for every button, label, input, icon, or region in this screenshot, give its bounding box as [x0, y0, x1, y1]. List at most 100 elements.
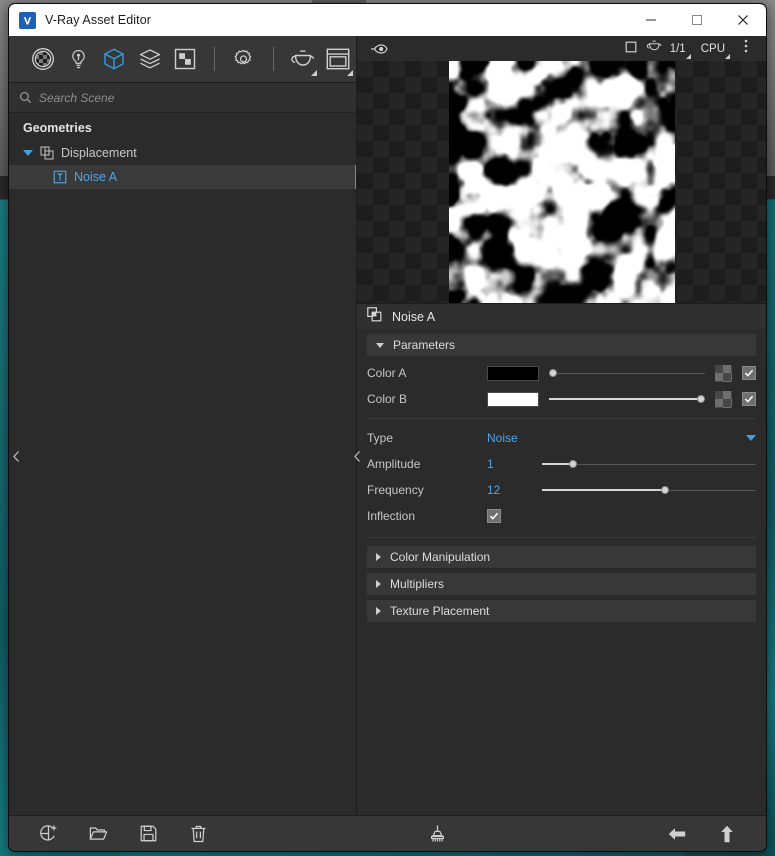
- quality-dropdown-arrow-icon[interactable]: [685, 53, 691, 59]
- scene-tree[interactable]: Geometries Displacement Noise A: [9, 113, 356, 815]
- back-button[interactable]: [652, 817, 702, 851]
- settings-button[interactable]: [226, 39, 262, 79]
- texture-preview[interactable]: [357, 61, 766, 303]
- slider-knob[interactable]: [697, 395, 705, 403]
- frequency-slider[interactable]: [542, 480, 756, 500]
- parameters-list[interactable]: Parameters Color A Color B Type Noise Am…: [357, 329, 766, 815]
- color-b-label: Color B: [367, 392, 408, 406]
- search-bar[interactable]: [9, 83, 356, 113]
- maximize-button[interactable]: [674, 4, 720, 36]
- preview-engine-label: CPU: [700, 42, 725, 55]
- layers-icon: [138, 47, 162, 71]
- chevron-down-icon[interactable]: [746, 435, 756, 441]
- row-color-a[interactable]: Color A: [357, 360, 766, 386]
- color-b-map-button[interactable]: [715, 390, 732, 408]
- scene-panel: Geometries Displacement: [9, 36, 360, 815]
- section-multipliers[interactable]: Multipliers: [367, 573, 756, 595]
- window-body: Geometries Displacement: [9, 36, 766, 815]
- asset-name: Noise A: [392, 309, 436, 324]
- color-a-slider[interactable]: [549, 363, 705, 383]
- up-button[interactable]: [702, 817, 752, 851]
- render-dropdown-arrow-icon[interactable]: [311, 70, 318, 76]
- visibility-toggle-icon[interactable]: [367, 38, 391, 60]
- section-label: Multipliers: [390, 577, 445, 591]
- inflection-checkbox[interactable]: [487, 509, 501, 523]
- search-input[interactable]: [39, 90, 346, 105]
- tree-node-noise-a[interactable]: Noise A: [9, 165, 356, 189]
- amplitude-value[interactable]: 1: [487, 457, 532, 471]
- preview-shape-button[interactable]: [619, 38, 643, 60]
- render-elements-button[interactable]: [132, 39, 168, 79]
- row-frequency[interactable]: Frequency 12: [357, 477, 766, 503]
- preview-more-button[interactable]: [734, 38, 758, 60]
- slider-track: [549, 372, 705, 374]
- light-bulb-icon: [67, 48, 90, 71]
- materials-button[interactable]: [25, 39, 61, 79]
- collapse-left-panel-chevron[interactable]: [9, 441, 23, 471]
- open-asset-button[interactable]: [73, 817, 123, 851]
- textures-button[interactable]: [168, 39, 204, 79]
- window-title: V-Ray Asset Editor: [45, 13, 152, 27]
- displacement-icon: [40, 146, 54, 160]
- divider: [367, 418, 756, 419]
- slider-knob[interactable]: [661, 486, 670, 494]
- asset-type-toolbar: [9, 36, 356, 83]
- slider-fill: [549, 398, 701, 400]
- render-button[interactable]: [285, 39, 321, 79]
- asset-header: Noise A: [357, 303, 766, 329]
- chevron-right-icon: [376, 553, 381, 561]
- add-asset-button[interactable]: [23, 817, 73, 851]
- preview-toolbar: 1/1 CPU: [357, 36, 766, 61]
- section-parameters[interactable]: Parameters: [367, 334, 756, 356]
- folder-open-icon: [89, 825, 108, 842]
- preview-engine-selector[interactable]: CPU: [698, 38, 730, 60]
- close-button[interactable]: [720, 4, 766, 36]
- chevron-right-icon: [376, 580, 381, 588]
- bottom-toolbar: [9, 815, 766, 851]
- geometries-button[interactable]: [96, 39, 132, 79]
- chevron-down-icon[interactable]: [23, 150, 33, 156]
- save-asset-button[interactable]: [123, 817, 173, 851]
- color-b-enable-checkbox[interactable]: [742, 392, 756, 406]
- frame-buffer-dropdown-arrow-icon[interactable]: [346, 70, 353, 76]
- section-label: Texture Placement: [390, 604, 490, 618]
- row-amplitude[interactable]: Amplitude 1: [357, 451, 766, 477]
- inflection-label: Inflection: [367, 509, 416, 523]
- row-type[interactable]: Type Noise: [357, 425, 766, 451]
- type-value[interactable]: Noise: [487, 431, 532, 445]
- slider-knob[interactable]: [568, 460, 577, 468]
- tree-node-displacement[interactable]: Displacement: [9, 141, 356, 165]
- selection-indicator: [355, 165, 356, 189]
- collapse-params-panel-chevron[interactable]: [350, 441, 364, 471]
- row-color-b[interactable]: Color B: [357, 386, 766, 412]
- teapot-icon: [646, 39, 663, 58]
- color-a-map-button[interactable]: [715, 364, 732, 382]
- preview-quality-selector[interactable]: 1/1: [667, 38, 691, 60]
- slider-knob[interactable]: [549, 369, 557, 377]
- row-inflection[interactable]: Inflection: [357, 503, 766, 529]
- delete-asset-button[interactable]: [173, 817, 223, 851]
- frequency-label: Frequency: [367, 483, 424, 497]
- frequency-value[interactable]: 12: [487, 483, 532, 497]
- color-b-slider[interactable]: [549, 389, 705, 409]
- color-a-swatch[interactable]: [487, 365, 539, 381]
- preview-teapot-button[interactable]: [643, 38, 667, 60]
- frame-buffer-button[interactable]: [320, 39, 356, 79]
- color-b-swatch[interactable]: [487, 391, 539, 407]
- minimize-button[interactable]: [628, 4, 674, 36]
- section-color-manipulation[interactable]: Color Manipulation: [367, 546, 756, 568]
- purge-button[interactable]: [413, 817, 463, 851]
- color-a-enable-checkbox[interactable]: [742, 366, 756, 380]
- engine-dropdown-arrow-icon[interactable]: [725, 53, 730, 59]
- amplitude-slider[interactable]: [542, 454, 756, 474]
- teapot-icon: [290, 48, 316, 70]
- color-a-label: Color A: [367, 366, 407, 380]
- noise-preview-image: [448, 61, 675, 303]
- more-vertical-icon: [744, 39, 748, 58]
- floppy-save-icon: [140, 825, 157, 842]
- section-label: Color Manipulation: [390, 550, 491, 564]
- title-bar[interactable]: V-Ray Asset Editor: [9, 4, 766, 36]
- lights-button[interactable]: [61, 39, 97, 79]
- tree-node-label: Displacement: [61, 146, 137, 160]
- section-texture-placement[interactable]: Texture Placement: [367, 600, 756, 622]
